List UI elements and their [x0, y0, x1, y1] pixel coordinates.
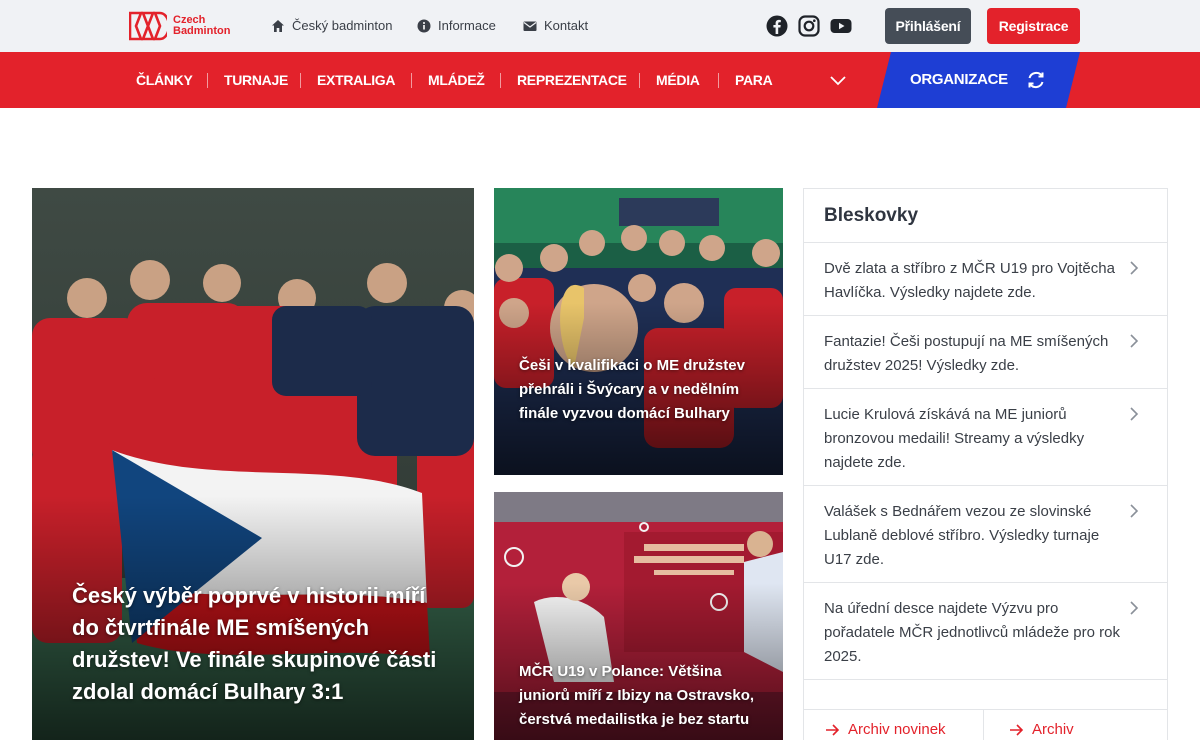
news-flash-panel: Bleskovky Dvě zlata a stříbro z MČR U19 … — [803, 188, 1168, 740]
toplink-label: Český badminton — [292, 18, 393, 33]
featured-article-2[interactable]: Češi v kvalifikaci o ME družstev přehrál… — [494, 188, 783, 475]
featured-article-3[interactable]: MČR U19 v Polance: Většina juniorů míří … — [494, 492, 783, 740]
archive-news-link[interactable]: Archiv novinek — [804, 710, 983, 740]
chevron-right-icon — [1130, 407, 1139, 421]
news-flash-item[interactable]: Valášek s Bednářem vezou ze slovinské Lu… — [804, 486, 1167, 583]
logo-mark-icon — [129, 11, 167, 41]
nav-extraliga[interactable]: EXTRALIGA — [317, 72, 396, 88]
chevron-right-icon — [1130, 261, 1139, 275]
nav-reprezentace[interactable]: REPREZENTACE — [517, 72, 627, 88]
logo[interactable]: Czech Badminton — [129, 10, 230, 42]
instagram-icon[interactable] — [798, 15, 820, 37]
chevron-down-icon[interactable] — [829, 73, 847, 87]
news-flash-heading: Bleskovky — [804, 189, 1167, 243]
chevron-right-icon — [1130, 334, 1139, 348]
archive-label: Archiv — [1032, 721, 1074, 738]
info-icon — [417, 19, 431, 32]
nav-media[interactable]: MÉDIA — [656, 72, 700, 88]
toplink-label: Kontakt — [544, 18, 589, 33]
register-button[interactable]: Registrace — [987, 8, 1080, 44]
nav-divider — [207, 73, 208, 88]
news-flash-text: Dvě zlata a stříbro z MČR U19 pro Vojtěc… — [824, 260, 1115, 301]
nav-turnaje[interactable]: TURNAJE — [224, 72, 288, 88]
logo-text: Czech Badminton — [173, 15, 230, 37]
toplink-label: Informace — [438, 18, 496, 33]
news-flash-text: Fantazie! Češi postupují na ME smíšených… — [824, 333, 1109, 374]
news-flash-text: Na úřední desce najdete Výzvu pro pořada… — [824, 600, 1120, 665]
news-flash-item[interactable]: Lucie Krulová získává na ME juniorů bron… — [804, 389, 1167, 486]
toplink-kontakt[interactable]: Kontakt — [523, 18, 588, 33]
news-flash-text: Valášek s Bednářem vezou ze slovinské Lu… — [824, 503, 1100, 568]
nav-divider — [300, 73, 301, 88]
featured-article-main-title[interactable]: Český výběr poprvé v historii míří do čt… — [72, 580, 442, 708]
news-flash-item[interactable]: Fantazie! Češi postupují na ME smíšených… — [804, 316, 1167, 389]
nav-divider — [718, 73, 719, 88]
archive-link[interactable]: Archiv — [983, 710, 1167, 740]
nav-divider — [411, 73, 412, 88]
organizace-label[interactable]: ORGANIZACE — [910, 71, 1008, 88]
home-icon — [272, 19, 284, 32]
featured-article-main[interactable]: Český výběr poprvé v historii míří do čt… — [32, 188, 474, 740]
toplink-cesky-badminton[interactable]: Český badminton — [271, 18, 392, 33]
nav-para[interactable]: PARA — [735, 72, 773, 88]
nav-mladez[interactable]: MLÁDEŽ — [428, 72, 485, 88]
archive-news-label: Archiv novinek — [848, 721, 946, 738]
nav-clanky[interactable]: ČLÁNKY — [136, 72, 193, 88]
toplink-informace[interactable]: Informace — [417, 18, 496, 33]
login-button[interactable]: Přihlášení — [885, 8, 971, 44]
arrow-right-icon — [826, 723, 840, 736]
news-flash-text: Lucie Krulová získává na ME juniorů bron… — [824, 406, 1085, 471]
youtube-icon[interactable] — [830, 15, 852, 37]
nav-divider — [639, 73, 640, 88]
featured-article-3-title[interactable]: MČR U19 v Polance: Většina juniorů míří … — [519, 660, 774, 732]
top-bar: Czech Badminton Český badminton Informac… — [0, 0, 1200, 52]
news-flash-item[interactable]: Dvě zlata a stříbro z MČR U19 pro Vojtěc… — [804, 243, 1167, 316]
logo-line2: Badminton — [173, 25, 231, 37]
team-selfie-image — [494, 188, 783, 475]
mail-icon — [523, 21, 537, 31]
news-flash-item[interactable]: Na úřední desce najdete Výzvu pro pořada… — [804, 583, 1167, 680]
news-flash-footer: Archiv novinek Archiv — [804, 709, 1167, 740]
facebook-icon[interactable] — [766, 15, 788, 37]
featured-article-2-title[interactable]: Češi v kvalifikaci o ME družstev přehrál… — [519, 354, 774, 426]
nav-divider — [500, 73, 501, 88]
chevron-right-icon — [1130, 504, 1139, 518]
chevron-right-icon — [1130, 601, 1139, 615]
refresh-icon[interactable] — [1025, 69, 1047, 91]
arrow-right-icon — [1010, 723, 1024, 736]
